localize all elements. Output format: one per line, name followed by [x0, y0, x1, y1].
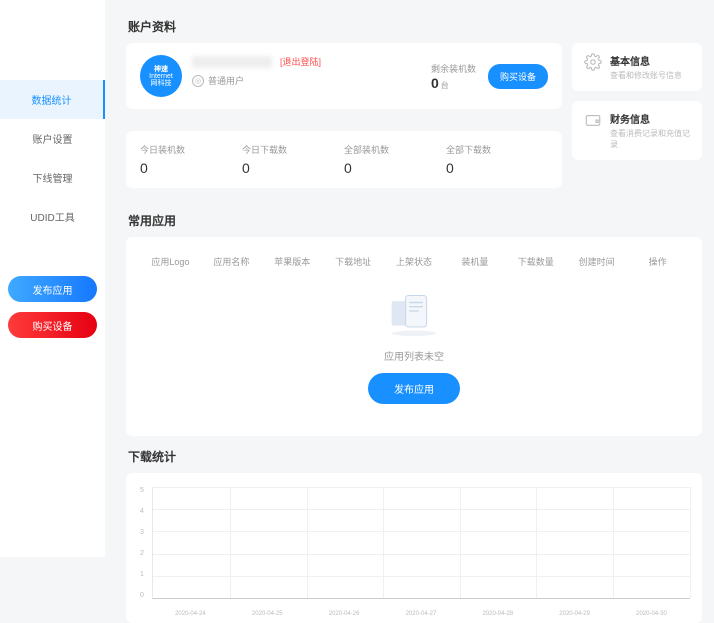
avatar-line3: 网科技 — [151, 80, 172, 87]
buy-device-link[interactable]: 购买设备 — [488, 64, 548, 89]
stat-total-download: 全部下载数 0 — [446, 143, 548, 176]
stat-label: 今日下载数 — [242, 143, 344, 156]
y-tick: 0 — [140, 592, 144, 599]
basic-info-card[interactable]: 基本信息 查看和修改账号信息 — [572, 43, 702, 91]
avatar: 神速 Internet 网科技 — [140, 55, 182, 97]
publish-app-button[interactable]: 发布应用 — [8, 276, 97, 302]
sidebar-item-downline[interactable]: 下线管理 — [0, 158, 105, 197]
apps-table-header: 应用Logo 应用名称 苹果版本 下载地址 上架状态 装机量 下载数量 创建时间… — [140, 249, 688, 280]
info-title: 财务信息 — [610, 111, 690, 126]
y-tick: 5 — [140, 487, 144, 494]
stat-value: 0 — [140, 160, 242, 176]
col-name: 应用名称 — [201, 255, 262, 268]
role-label: 普通用户 — [208, 74, 244, 87]
x-axis-labels: 2020-04-24 2020-04-25 2020-04-26 2020-04… — [152, 611, 690, 617]
chart-section-title: 下载统计 — [126, 448, 702, 465]
apps-card: 应用Logo 应用名称 苹果版本 下载地址 上架状态 装机量 下载数量 创建时间… — [126, 237, 702, 436]
col-installs: 装机量 — [444, 255, 505, 268]
publish-app-cta[interactable]: 发布应用 — [368, 373, 460, 404]
chart-grid — [152, 487, 690, 599]
profile-card: 神速 Internet 网科技 [退出登陆] ◎ 普通用户 — [126, 43, 562, 109]
x-tick: 2020-04-29 — [559, 611, 590, 617]
balance-value: 0 — [431, 75, 439, 91]
wallet-icon — [584, 111, 602, 129]
sidebar: 数据统计 账户设置 下线管理 UDID工具 发布应用 购买设备 — [0, 0, 105, 557]
balance-unit: 台 — [441, 80, 449, 91]
account-left-col: 神速 Internet 网科技 [退出登陆] ◎ 普通用户 — [126, 43, 562, 200]
col-status: 上架状态 — [384, 255, 445, 268]
username-redacted — [192, 56, 272, 68]
stat-value: 0 — [344, 160, 446, 176]
info-stack: 基本信息 查看和修改账号信息 财务信息 查看消费记录和充值记录 — [572, 43, 702, 200]
sidebar-item-udid[interactable]: UDID工具 — [0, 197, 105, 236]
stat-today-download: 今日下载数 0 — [242, 143, 344, 176]
balance-label: 剩余装机数 — [431, 62, 476, 75]
logout-link[interactable]: [退出登陆] — [280, 55, 321, 68]
stat-value: 0 — [242, 160, 344, 176]
role-icon: ◎ — [192, 75, 204, 87]
chart-card: 5 4 3 2 1 0 2020 — [126, 473, 702, 623]
col-version: 苹果版本 — [262, 255, 323, 268]
col-created: 创建时间 — [566, 255, 627, 268]
info-title: 基本信息 — [610, 53, 682, 68]
download-chart: 5 4 3 2 1 0 2020 — [152, 487, 690, 617]
avatar-line1: 神速 — [154, 66, 168, 73]
sidebar-item-account[interactable]: 账户设置 — [0, 119, 105, 158]
col-download-url: 下载地址 — [323, 255, 384, 268]
x-tick: 2020-04-26 — [329, 611, 360, 617]
stat-total-install: 全部装机数 0 — [344, 143, 446, 176]
info-sub: 查看消费记录和充值记录 — [610, 128, 690, 150]
col-logo: 应用Logo — [140, 255, 201, 268]
stat-label: 全部装机数 — [344, 143, 446, 156]
x-tick: 2020-04-24 — [175, 611, 206, 617]
empty-icon — [379, 288, 449, 338]
empty-state: 应用列表未空 发布应用 — [140, 280, 688, 418]
col-downloads: 下载数量 — [505, 255, 566, 268]
y-tick: 4 — [140, 508, 144, 515]
x-tick: 2020-04-25 — [252, 611, 283, 617]
x-tick: 2020-04-30 — [636, 611, 667, 617]
stat-today-install: 今日装机数 0 — [140, 143, 242, 176]
y-tick: 1 — [140, 571, 144, 578]
stat-label: 全部下载数 — [446, 143, 548, 156]
x-tick: 2020-04-28 — [482, 611, 513, 617]
empty-text: 应用列表未空 — [384, 348, 444, 363]
gear-icon — [584, 53, 602, 71]
main-content: 账户资料 神速 Internet 网科技 [退出登陆] ◎ 普通用户 — [114, 0, 714, 623]
sidebar-item-stats[interactable]: 数据统计 — [0, 80, 105, 119]
col-actions: 操作 — [627, 255, 688, 268]
buy-device-button[interactable]: 购买设备 — [8, 312, 97, 338]
finance-info-card[interactable]: 财务信息 查看消费记录和充值记录 — [572, 101, 702, 160]
x-tick: 2020-04-27 — [406, 611, 437, 617]
stat-label: 今日装机数 — [140, 143, 242, 156]
stats-card: 今日装机数 0 今日下载数 0 全部装机数 0 全部下载数 0 — [126, 131, 562, 188]
apps-section-title: 常用应用 — [126, 212, 702, 229]
y-tick: 3 — [140, 529, 144, 536]
info-sub: 查看和修改账号信息 — [610, 70, 682, 81]
avatar-line2: Internet — [149, 73, 173, 80]
account-section-title: 账户资料 — [126, 18, 702, 35]
stat-value: 0 — [446, 160, 548, 176]
y-axis-labels: 5 4 3 2 1 0 — [140, 487, 144, 599]
y-tick: 2 — [140, 550, 144, 557]
